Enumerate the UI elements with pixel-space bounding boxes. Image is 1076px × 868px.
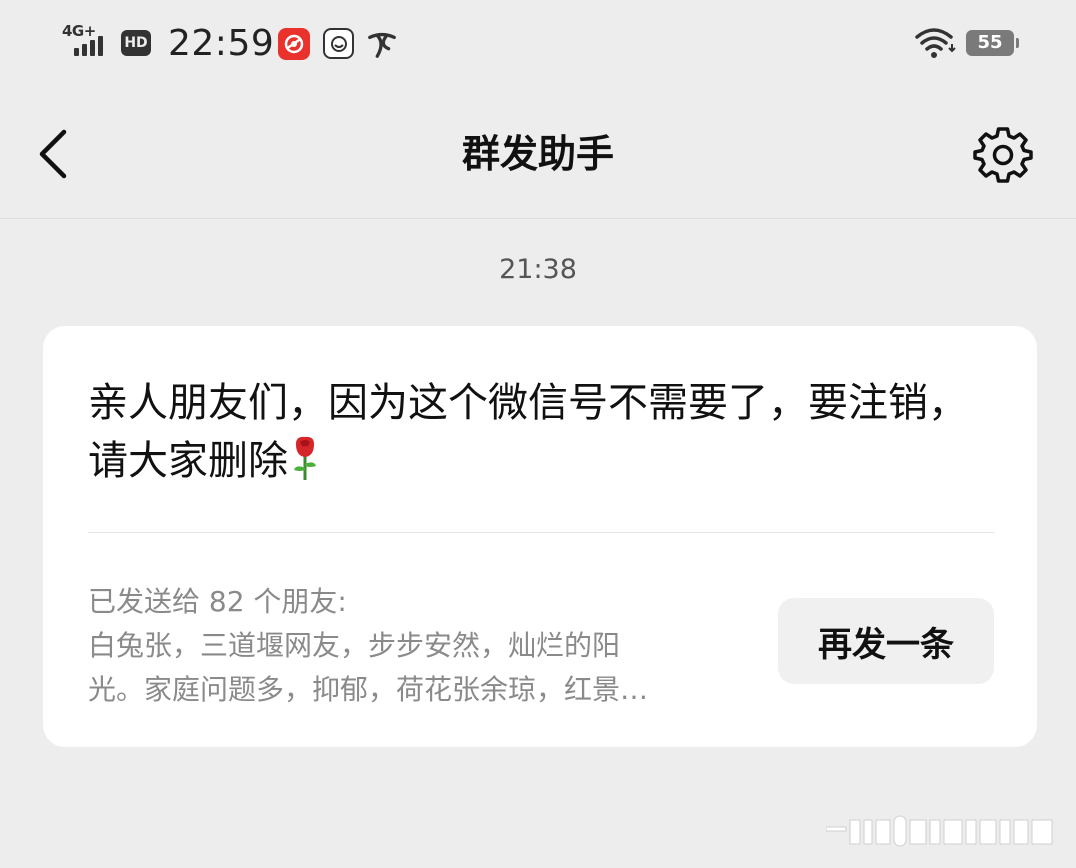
- cellular-signal-icon: 4G+: [62, 22, 112, 58]
- resend-button[interactable]: 再发一条: [778, 598, 994, 684]
- settings-button[interactable]: [972, 124, 1034, 186]
- message-body: 亲人朋友们，因为这个微信号不需要了，要注销，请大家删除: [88, 374, 988, 490]
- app-notification-icon: [278, 28, 310, 60]
- watermark-logo: [825, 812, 1056, 852]
- gear-icon: [973, 127, 1033, 183]
- recipients-list-line: 光。家庭问题多，抑郁，荷花张余琼，红景…: [88, 673, 649, 706]
- divider: [88, 532, 994, 533]
- nav-bar: 群发助手: [0, 88, 1076, 219]
- wifi-icon: [914, 26, 958, 60]
- status-time: 22:59: [168, 23, 275, 64]
- message-timestamp: 21:38: [499, 254, 577, 285]
- recipients-header: 已发送给 82 个朋友:: [88, 585, 347, 618]
- smile-app-icon: [323, 28, 354, 59]
- telecom-icon: [366, 28, 398, 60]
- message-text: 亲人朋友们，因为这个微信号不需要了，要注销，请大家删除: [88, 380, 968, 484]
- status-bar: 4G+ HD 22:59 55: [0, 0, 1076, 88]
- recipients-list-line: 白兔张，三道堰网友，步步安然，灿烂的阳: [88, 629, 621, 662]
- hd-icon: HD: [121, 30, 151, 56]
- rose-icon: [288, 434, 322, 482]
- recipients-summary: 已发送给 82 个朋友: 白兔张，三道堰网友，步步安然，灿烂的阳 光。家庭问题多…: [88, 580, 728, 712]
- broadcast-message-card: 亲人朋友们，因为这个微信号不需要了，要注销，请大家删除 已发送给 82 个朋友:…: [43, 326, 1037, 747]
- page-title: 群发助手: [461, 132, 614, 176]
- battery-icon: 55: [966, 30, 1019, 56]
